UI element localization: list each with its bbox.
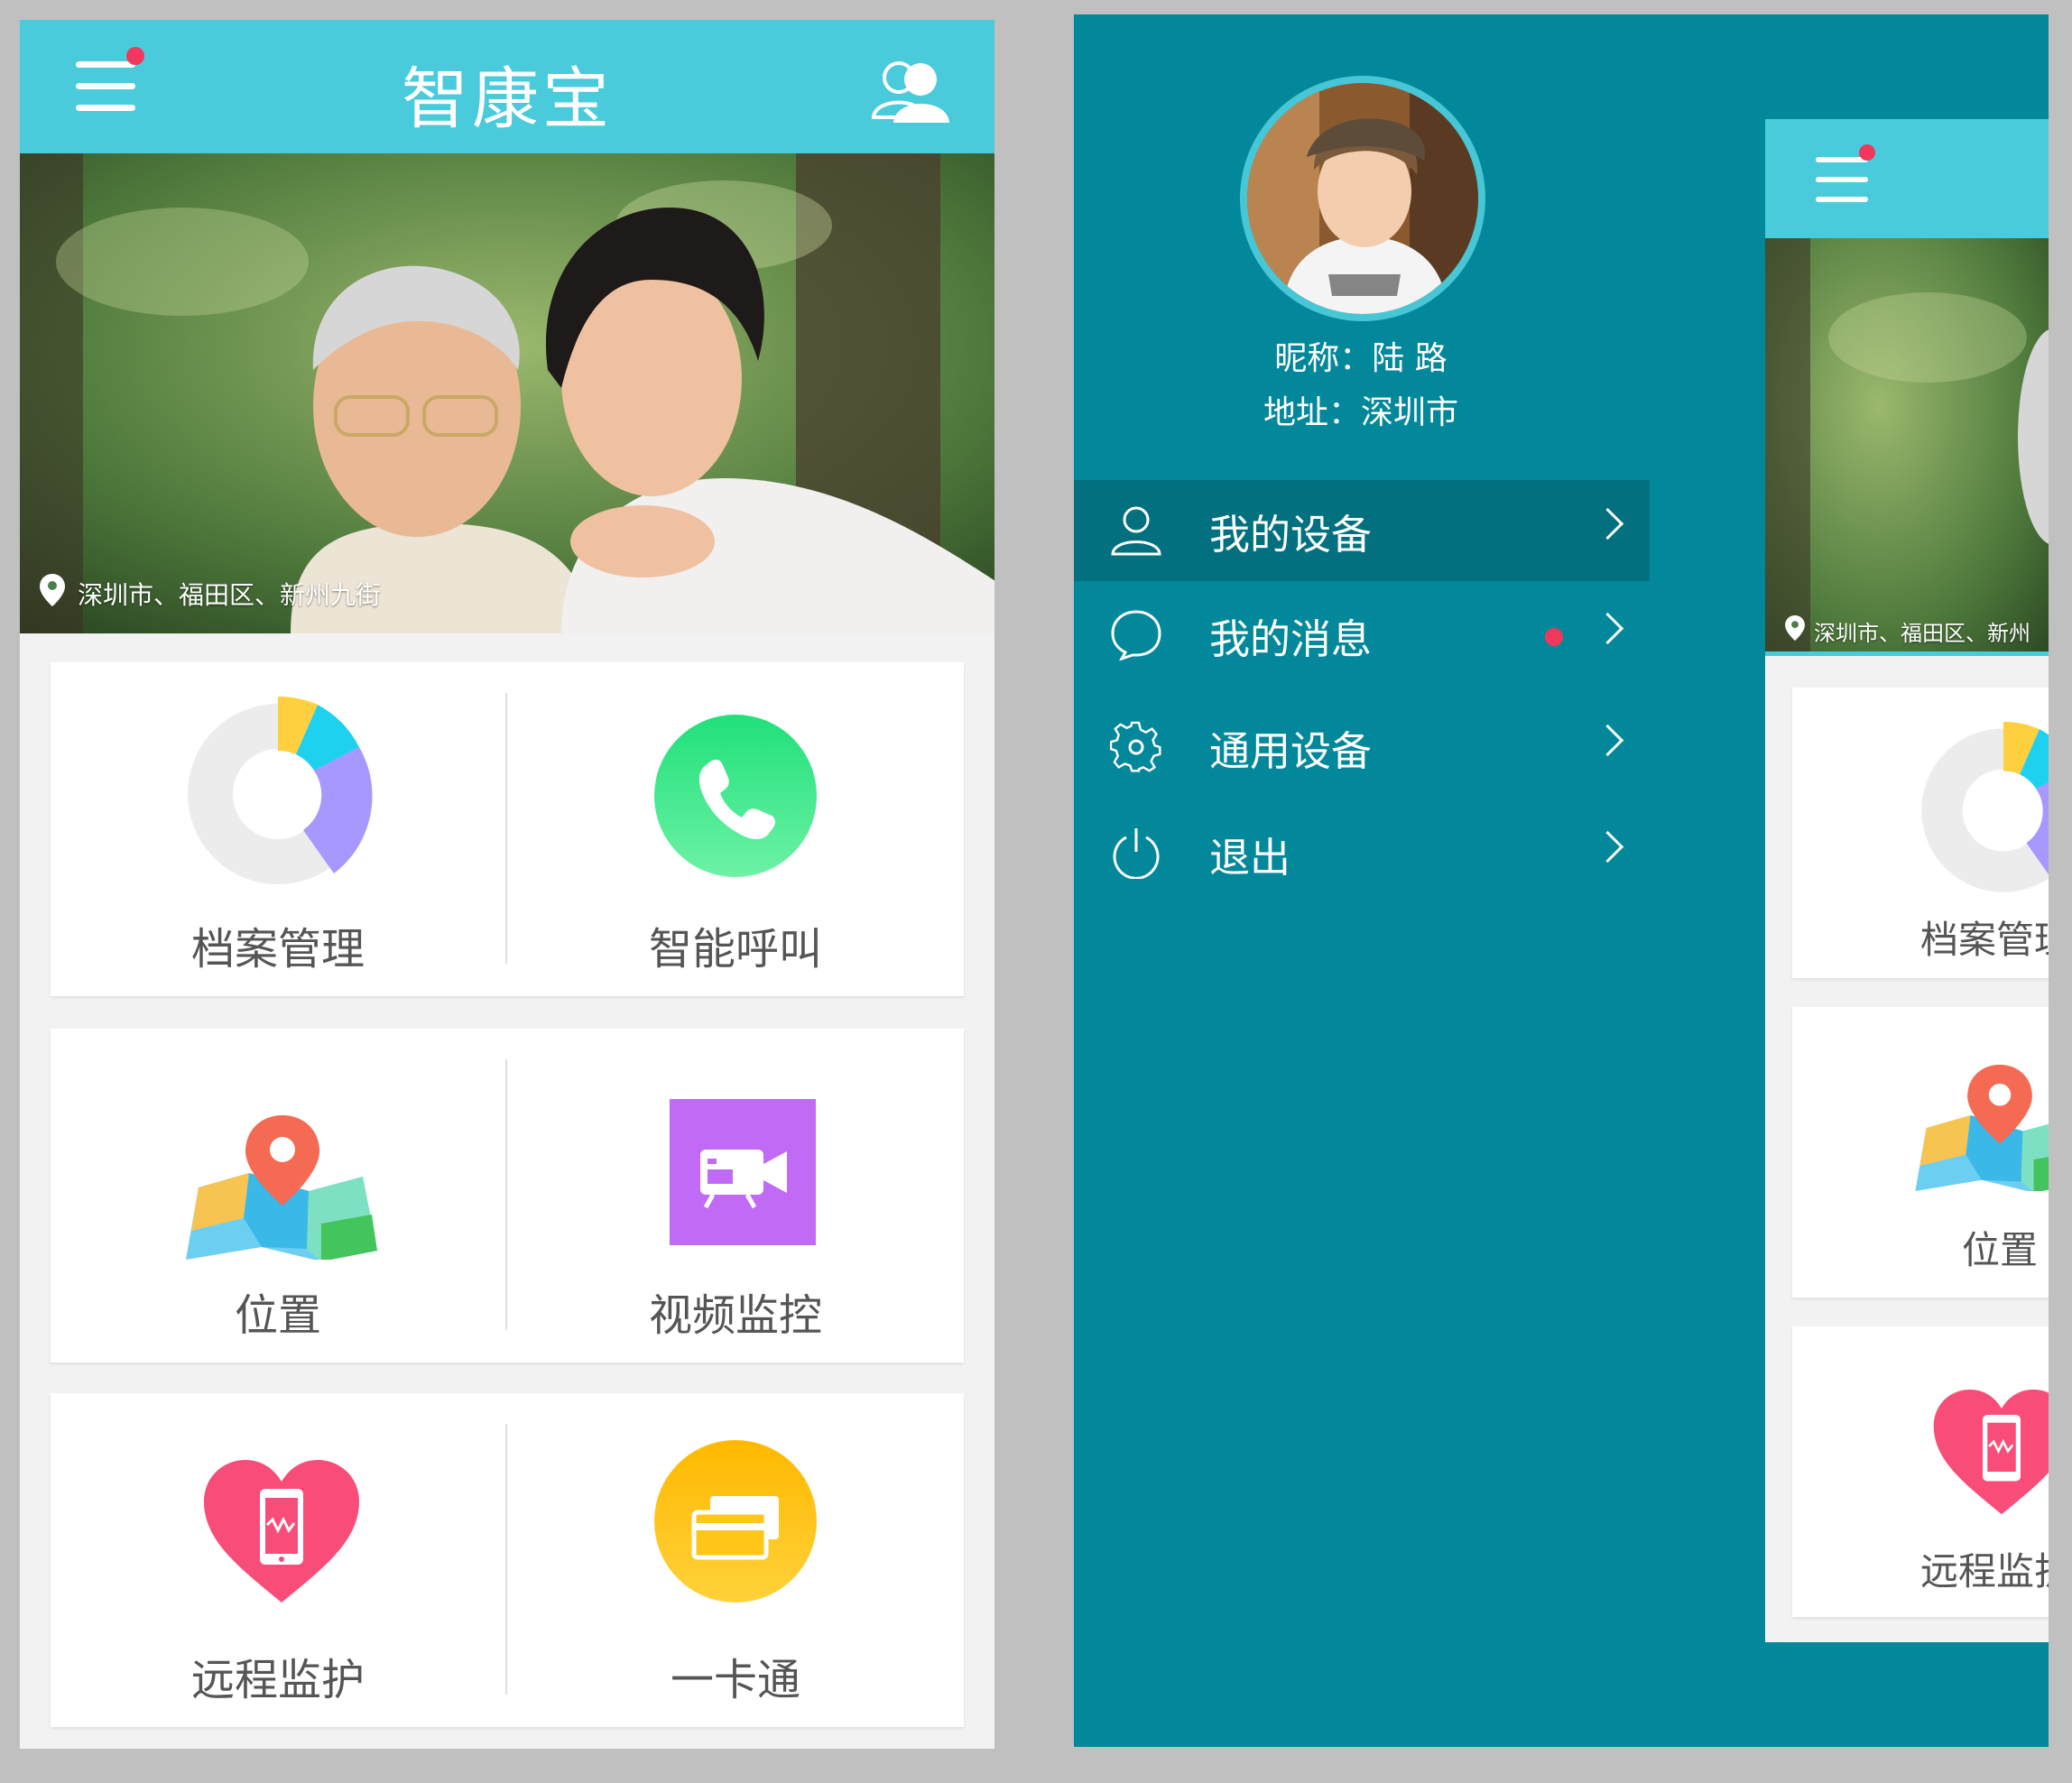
tile-archive[interactable]: 档案管理 [51, 662, 505, 996]
feature-card: 位置 视频监控 [51, 1029, 964, 1363]
feature-card[interactable]: 远程监护 [1792, 1326, 2049, 1617]
heart-phone-icon [204, 1460, 359, 1604]
chevron-right-icon [1591, 724, 1624, 757]
menu-line [76, 61, 135, 68]
power-icon [1113, 828, 1160, 879]
menu-item-general-settings[interactable]: 通用设备 [1074, 697, 1650, 798]
banner-underline [1765, 651, 2049, 656]
menu-line [76, 105, 135, 111]
menu-label: 我的设备 [1209, 511, 1373, 559]
map-pin-icon [186, 1115, 379, 1261]
location-text: 深圳市、福田区、新州 [1814, 621, 2030, 646]
tile-remote-care[interactable]: 远程监护 [51, 1393, 505, 1727]
user-icon [1111, 506, 1161, 556]
menu-item-logout[interactable]: 退出 [1074, 803, 1650, 904]
location-pin-icon [1785, 615, 1805, 641]
donut-chart-icon [1915, 721, 2049, 899]
tile-card-pass[interactable]: 一卡通 [507, 1393, 964, 1727]
menu-label: 退出 [1209, 834, 1291, 882]
message-icon [1111, 610, 1161, 661]
tile-label: 档案管理 [1920, 918, 2049, 962]
banner-photo: 深圳市、福田区、新州 [1765, 238, 2049, 655]
menu-button[interactable] [1816, 157, 1879, 208]
menu-line [1816, 177, 1868, 182]
banner-photo: 深圳市、福田区、新州九街 [20, 153, 994, 633]
header-bar [1765, 119, 2049, 238]
menu-item-my-devices[interactable]: 我的设备 [1074, 480, 1650, 581]
location-text: 深圳市、福田区、新州九街 [78, 580, 382, 610]
menu-line [76, 83, 135, 89]
tile-video[interactable]: 视频监控 [507, 1029, 964, 1363]
unread-dot [1545, 628, 1563, 646]
tile-label: 位置 [234, 1290, 321, 1341]
tile-location[interactable]: 位置 [51, 1029, 505, 1363]
feature-card: 档案管理 智能呼叫 [51, 662, 964, 996]
heart-phone-icon [1933, 1390, 2049, 1516]
tile-label: 位置 [1962, 1228, 2039, 1272]
video-camera-icon [670, 1099, 816, 1245]
tile-label: 视频监控 [648, 1290, 822, 1341]
header-bar: 智康宝 [20, 20, 994, 153]
home-screen: 智康宝 深圳市、福田区、新州九街 档案管理 智能呼叫 位置 视频监控 远程监护 … [20, 20, 994, 1749]
tile-label: 一卡通 [670, 1655, 800, 1705]
gear-icon [1110, 721, 1161, 772]
notification-dot [1859, 144, 1875, 161]
feature-card: 远程监护 一卡通 [51, 1393, 964, 1727]
menu-label: 我的消息 [1209, 615, 1373, 663]
phone-icon [654, 715, 817, 877]
feature-card[interactable]: 档案管理 [1792, 688, 2049, 978]
feature-card[interactable]: 位置 [1792, 1007, 2049, 1298]
home-screen-peek[interactable]: 深圳市、福田区、新州 档案管理 位置 [1765, 119, 2049, 1642]
tile-label: 远程监护 [190, 1655, 365, 1705]
chevron-right-icon [1591, 830, 1624, 864]
menu-item-my-messages[interactable]: 我的消息 [1074, 585, 1650, 686]
avatar[interactable] [1240, 76, 1485, 321]
chevron-right-icon [1591, 612, 1624, 645]
menu-button[interactable] [76, 61, 139, 112]
tile-label: 档案管理 [190, 924, 365, 975]
menu-label: 通用设备 [1209, 727, 1373, 775]
tile-label: 智能呼叫 [648, 924, 822, 975]
notification-dot [126, 47, 144, 65]
contacts-icon[interactable] [868, 58, 955, 130]
tile-label: 远程监护 [1920, 1549, 2049, 1594]
donut-chart-icon [180, 696, 375, 892]
location-pin-icon [40, 574, 65, 606]
menu-line [1816, 197, 1868, 202]
map-pin-icon [1915, 1065, 2049, 1193]
app-title: 智康宝 [402, 60, 613, 138]
tile-smart-call[interactable]: 智能呼叫 [507, 662, 964, 996]
cards-icon [654, 1440, 817, 1603]
chevron-right-icon [1591, 507, 1624, 540]
